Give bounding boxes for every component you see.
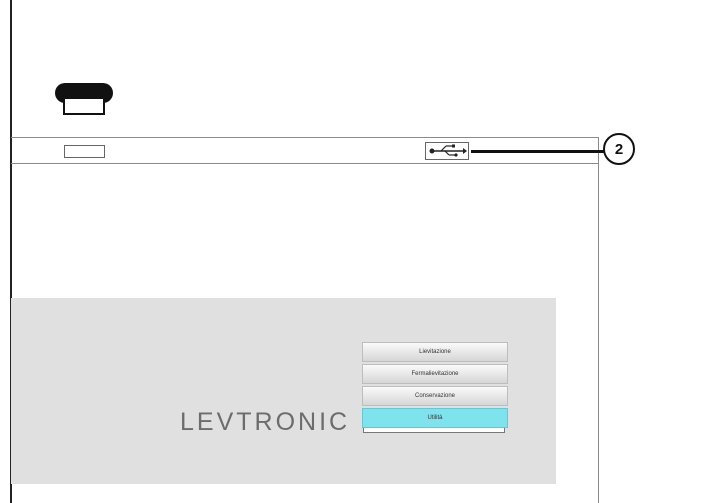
menu-item-fermalievitazione[interactable]: Fermalievitazione — [362, 364, 508, 384]
device-base — [63, 99, 105, 115]
menu-footer-bar — [363, 428, 505, 433]
panel-divider — [11, 163, 599, 164]
menu-item-lievitazione[interactable]: Lievitazione — [362, 342, 508, 362]
menu-item-utilita[interactable]: Utilità — [362, 408, 508, 428]
callout-number: 2 — [614, 140, 624, 158]
callout-leader-line — [471, 150, 604, 153]
menu-item-conservazione[interactable]: Conservazione — [362, 386, 508, 406]
callout-marker: 2 — [603, 133, 635, 165]
main-menu: Lievitazione Fermalievitazione Conservaz… — [362, 342, 508, 433]
usb-icon — [425, 142, 469, 160]
card-slot — [64, 145, 105, 158]
brand-logo: LEVTRONIC — [180, 408, 351, 436]
